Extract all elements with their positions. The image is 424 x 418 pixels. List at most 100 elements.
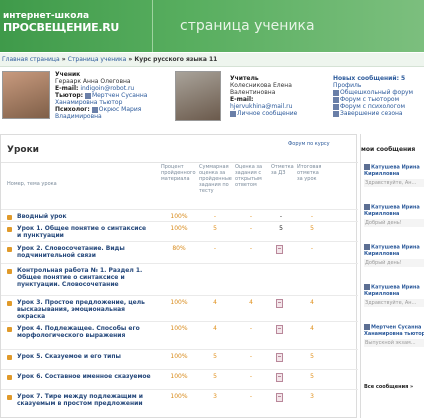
lesson-bullet-icon bbox=[7, 227, 12, 232]
table-row[interactable]: Вводный урок 100% - - - - bbox=[1, 209, 358, 221]
message-sender[interactable]: Катушева Ирина Кирилловна bbox=[364, 244, 424, 257]
lesson-name[interactable]: Урок 6. Составное именное сказуемое bbox=[17, 373, 151, 380]
lessons-title: Уроки bbox=[7, 145, 39, 155]
message-preview: Добрый день! bbox=[364, 258, 424, 267]
cell-c3: - bbox=[249, 213, 253, 220]
site-logo[interactable]: интернет-школа ПРОСВЕЩЕНИЕ.RU bbox=[3, 10, 138, 34]
message-sender-name: Катушева Ирина Кирилловна bbox=[364, 284, 420, 297]
new-messages-count[interactable]: Новых сообщений: 5 bbox=[333, 75, 423, 82]
teacher-email[interactable]: hjervukhina@mail.ru bbox=[230, 103, 310, 110]
cell-c5: - bbox=[310, 213, 314, 220]
notifications-panel: Новых сообщений: 5 Профиль Общешкольный … bbox=[333, 75, 423, 117]
all-messages-link[interactable]: Все сообщения » bbox=[364, 384, 413, 390]
cell-c2: 5 bbox=[213, 373, 217, 380]
cell-c1: 80% bbox=[172, 245, 186, 252]
lesson-name[interactable]: Урок 1. Общее понятие о синтаксисе и пун… bbox=[17, 225, 151, 239]
course-forum-link[interactable]: Форум по курсу bbox=[288, 141, 330, 147]
breadcrumb-separator: » bbox=[59, 56, 68, 63]
forum-link-psych[interactable]: Форум с психологом bbox=[340, 103, 405, 110]
cell-c3: 4 bbox=[249, 299, 253, 306]
homework-doc-icon[interactable] bbox=[276, 393, 283, 402]
message-item[interactable]: Катушева Ирина Кирилловна Здравствуйте, А… bbox=[364, 164, 424, 187]
teacher-email-label: E-mail: bbox=[230, 96, 254, 103]
profile-link[interactable]: Профиль bbox=[333, 82, 423, 89]
message-sender-name: Катушева Ирина Кирилловна bbox=[364, 164, 420, 177]
table-row[interactable]: Урок 3. Простое предложение, цель высказ… bbox=[1, 295, 358, 321]
cell-c1: 100% bbox=[170, 353, 188, 360]
messages-title: мои сообщения bbox=[361, 146, 416, 153]
message-item[interactable]: Катушева Ирина Кирилловна Добрый день! bbox=[364, 204, 424, 227]
lesson-name[interactable]: Урок 7. Тире между подлежащим и сказуемы… bbox=[17, 393, 151, 407]
message-item[interactable]: Катушева Ирина Кирилловна Добрый день! bbox=[364, 244, 424, 267]
forum-icon bbox=[333, 103, 339, 110]
table-row[interactable]: Урок 4. Подлежащее. Способы его морфолог… bbox=[1, 321, 358, 349]
lesson-name[interactable]: Контрольная работа № 1. Раздел 1. Общее … bbox=[17, 267, 151, 288]
cell-c4: 5 bbox=[279, 225, 283, 232]
breadcrumb-student-page[interactable]: Страница ученика bbox=[68, 56, 127, 63]
cell-c5: 4 bbox=[310, 299, 314, 306]
forum-icon bbox=[333, 96, 339, 103]
cell-c2: 4 bbox=[213, 299, 217, 306]
cell-c2: - bbox=[213, 245, 217, 252]
lesson-name[interactable]: Урок 2. Словосочетание. Виды подчинитель… bbox=[17, 245, 151, 259]
cell-c4: - bbox=[279, 213, 283, 220]
table-row[interactable]: Урок 6. Составное именное сказуемое 100% 5… bbox=[1, 369, 358, 389]
message-sender[interactable]: Катушева Ирина Кирилловна bbox=[364, 204, 424, 217]
message-item[interactable]: Мертчен Сусанна Ханамировна тьютор Выпуск… bbox=[364, 324, 424, 347]
message-sender-name: Катушева Ирина Кирилловна bbox=[364, 244, 420, 257]
breadcrumb-home[interactable]: Главная страница bbox=[2, 56, 60, 63]
cell-c1: 100% bbox=[170, 373, 188, 380]
lesson-name[interactable]: Вводный урок bbox=[17, 213, 151, 220]
lesson-name[interactable]: Урок 5. Сказуемое и его типы bbox=[17, 353, 151, 360]
student-email-label: E-mail: bbox=[55, 85, 79, 92]
teacher-role: Учитель bbox=[230, 75, 259, 82]
lesson-bullet-icon bbox=[7, 375, 12, 380]
table-row[interactable]: Урок 5. Сказуемое и его типы 100% 5 - 5 bbox=[1, 349, 358, 369]
homework-doc-icon[interactable] bbox=[276, 373, 283, 382]
teacher-message-link[interactable]: Личное сообщение bbox=[237, 110, 297, 117]
cell-c3: - bbox=[249, 393, 253, 400]
forum-link-tutor[interactable]: Форум с тьютором bbox=[340, 96, 399, 103]
column-header-test-score: Суммарная оценка за пройденные задания п… bbox=[199, 164, 232, 194]
forum-link-school[interactable]: Общешкольный форум bbox=[340, 89, 413, 96]
student-role: Ученик bbox=[55, 71, 81, 78]
cell-c3: - bbox=[249, 353, 253, 360]
cell-c3: - bbox=[249, 373, 253, 380]
sender-icon bbox=[364, 244, 370, 250]
table-row[interactable]: Урок 7. Тире между подлежащим и сказуемы… bbox=[1, 389, 358, 415]
homework-doc-icon[interactable] bbox=[276, 299, 283, 308]
message-preview: Добрый день! bbox=[364, 218, 424, 227]
lesson-name[interactable]: Урок 4. Подлежащее. Способы его морфолог… bbox=[17, 325, 151, 339]
lesson-name[interactable]: Урок 3. Простое предложение, цель высказ… bbox=[17, 299, 151, 320]
homework-doc-icon[interactable] bbox=[276, 353, 283, 362]
season-end-link[interactable]: Завершение сезона bbox=[340, 110, 403, 117]
homework-doc-icon[interactable] bbox=[276, 245, 283, 254]
table-row[interactable]: Контрольная работа № 1. Раздел 1. Общее … bbox=[1, 263, 358, 295]
forum-icon bbox=[333, 89, 339, 96]
user-icon bbox=[91, 106, 98, 113]
teacher-avatar bbox=[175, 71, 221, 121]
homework-doc-icon[interactable] bbox=[276, 325, 283, 334]
cell-c3: - bbox=[249, 325, 253, 332]
message-sender[interactable]: Катушева Ирина Кирилловна bbox=[364, 284, 424, 297]
sender-icon bbox=[364, 204, 370, 210]
cell-c1: 100% bbox=[170, 299, 188, 306]
lessons-header: Уроки Форум по курсу bbox=[1, 135, 358, 163]
breadcrumb: Главная страница » Страница ученика » Ку… bbox=[0, 53, 424, 67]
header-divider bbox=[152, 0, 153, 52]
messages-panel: мои сообщения Катушева Ирина Кирилловна З… bbox=[360, 134, 424, 418]
column-header-homework: Отметка за ДЗ bbox=[271, 164, 294, 176]
message-sender[interactable]: Мертчен Сусанна Ханамировна тьютор bbox=[364, 324, 424, 337]
table-row[interactable]: Урок 2. Словосочетание. Виды подчинитель… bbox=[1, 241, 358, 263]
profiles-panel: Ученик Гераарк Анна Олеговна E-mail: ind… bbox=[0, 67, 424, 129]
table-row[interactable]: Урок 1. Общее понятие о синтаксисе и пун… bbox=[1, 221, 358, 241]
message-sender[interactable]: Катушева Ирина Кирилловна bbox=[364, 164, 424, 177]
cell-c5: 5 bbox=[310, 353, 314, 360]
lesson-bullet-icon bbox=[7, 247, 12, 252]
lesson-bullet-icon bbox=[7, 327, 12, 332]
message-item[interactable]: Катушева Ирина Кирилловна Здравствуйте, А… bbox=[364, 284, 424, 307]
student-email[interactable]: indigoin@robot.ru bbox=[80, 85, 134, 92]
student-info: Ученик Гераарк Анна Олеговна E-mail: ind… bbox=[55, 71, 170, 120]
cell-c5: 5 bbox=[310, 225, 314, 232]
breadcrumb-current: Курс русского языка 11 bbox=[134, 56, 218, 63]
